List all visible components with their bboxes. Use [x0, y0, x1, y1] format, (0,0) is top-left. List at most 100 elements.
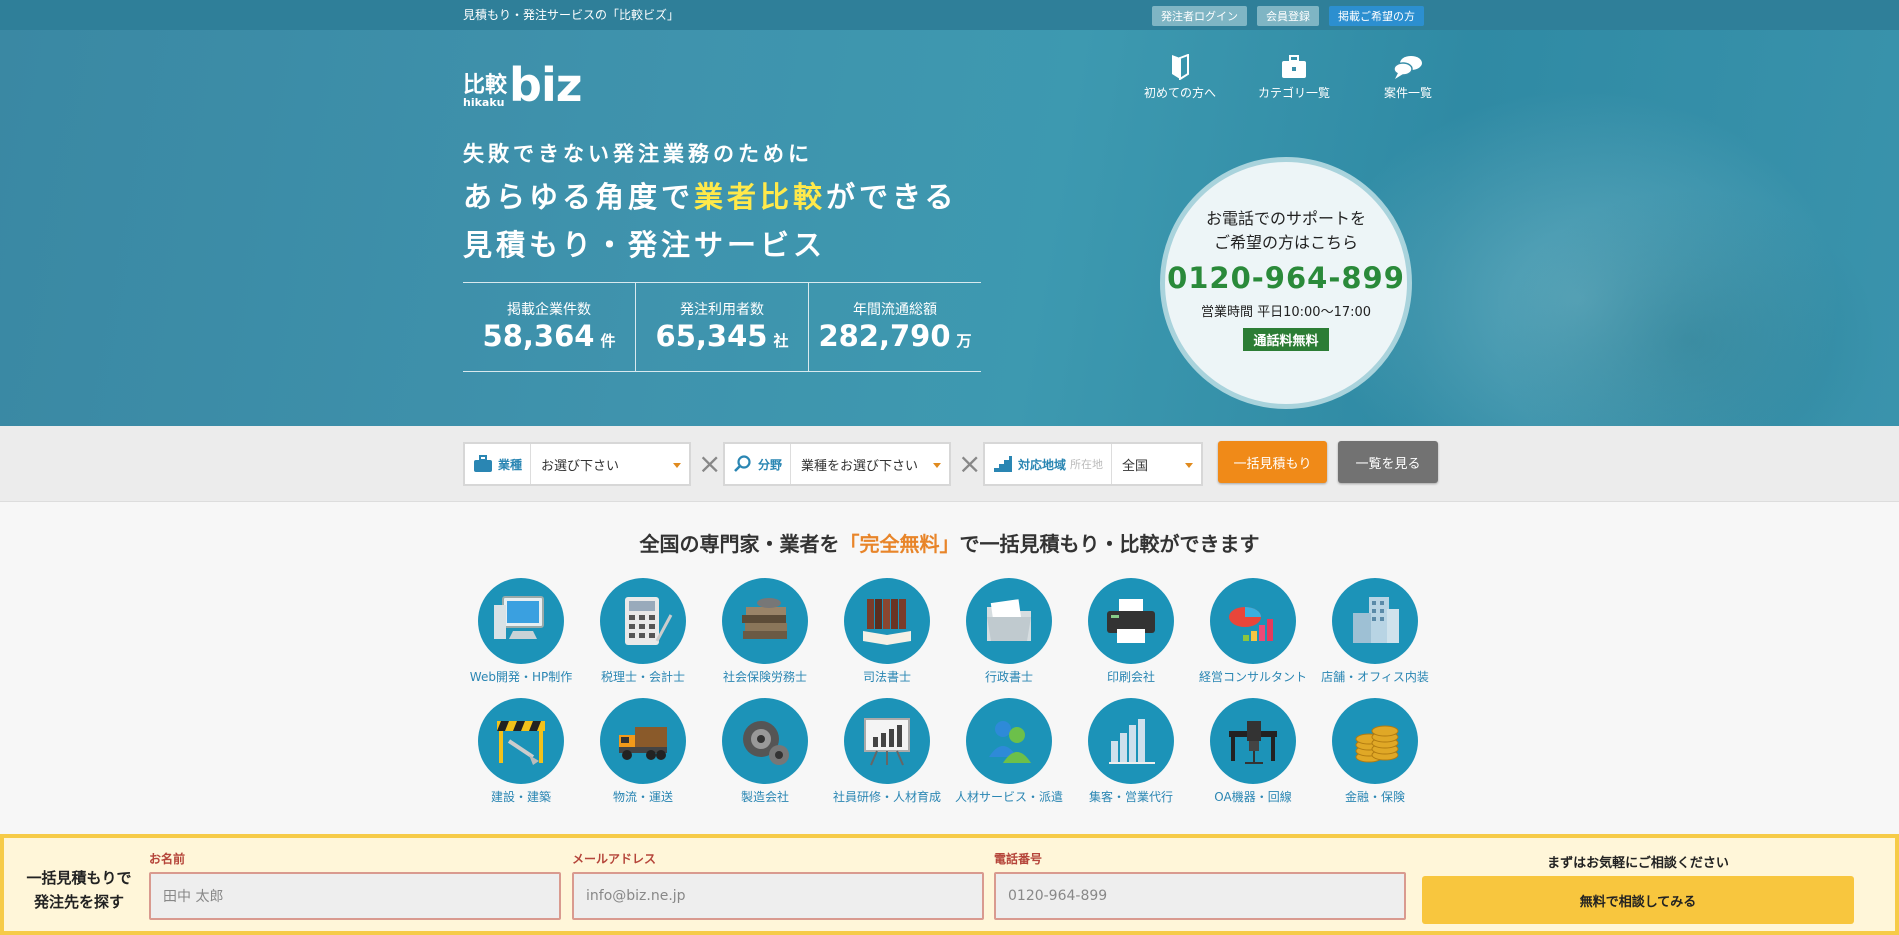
truck-icon: [619, 727, 667, 760]
category-judicial[interactable]: 司法書士: [826, 578, 948, 685]
industry-select[interactable]: 業種 お選び下さい: [463, 442, 691, 486]
category-icon-circle: [600, 698, 686, 784]
nav-label: カテゴリ一覧: [1257, 86, 1330, 100]
category-label: 行政書士: [984, 670, 1033, 684]
bulk-estimate-button[interactable]: 一括見積もり: [1218, 441, 1327, 483]
category-finance[interactable]: 金融・保険: [1314, 698, 1436, 805]
category-icon-circle: [1332, 578, 1418, 664]
toll-free-badge: 通話料無料: [1243, 328, 1329, 351]
phone-input[interactable]: 0120-964-899: [994, 872, 1406, 920]
stat-label: 発注利用者数: [680, 302, 764, 318]
category-admin[interactable]: 行政書士: [948, 578, 1070, 685]
region-caption-text: 対応地域: [1018, 457, 1067, 472]
site-logo[interactable]: 比較 hikaku biz: [463, 62, 582, 109]
category-icon-circle: [478, 578, 564, 664]
region-caption: 対応地域 所在地: [985, 444, 1113, 484]
stairs-icon: [994, 456, 1012, 472]
headline-line1: 失敗できない発注業務のために: [463, 142, 813, 166]
nav-label: 初めての方へ: [1143, 86, 1216, 100]
category-interior[interactable]: 店舗・オフィス内装: [1314, 578, 1436, 685]
email-input[interactable]: info@biz.ne.jp: [572, 872, 984, 920]
advertise-link[interactable]: 掲載ご希望の方: [1329, 6, 1424, 26]
category-icon-circle: [1332, 698, 1418, 784]
category-label: 製造会社: [740, 790, 789, 804]
logo-romaji: hikaku: [463, 96, 505, 109]
category-label: 店舗・オフィス内装: [1321, 670, 1429, 684]
category-icon-circle: [966, 698, 1052, 784]
presentation-board-icon: [864, 718, 910, 766]
region-sub: 所在地: [1070, 458, 1104, 471]
industry-caption-text: 業種: [498, 457, 523, 472]
gear-icon: [743, 721, 789, 765]
times-icon: ×: [958, 447, 982, 480]
view-list-button[interactable]: 一覧を見る: [1338, 441, 1438, 483]
chevron-down-icon: [933, 463, 941, 468]
headline-line2: あらゆる角度で業者比較ができる: [463, 174, 957, 216]
nav-label: 案件一覧: [1383, 86, 1432, 100]
categories-title-em: 「完全無料」: [839, 532, 960, 556]
category-icon-circle: [1088, 698, 1174, 784]
stat-companies: 掲載企業件数 58,364 件: [463, 283, 635, 371]
category-icon-circle: [966, 578, 1052, 664]
nav-beginner[interactable]: 初めての方へ: [1123, 54, 1237, 101]
category-label: 税理士・会計士: [600, 670, 685, 684]
headline-line3: 見積もり・発注サービス: [463, 228, 827, 262]
category-printing[interactable]: 印刷会社: [1070, 578, 1192, 685]
stat-value-wrap: 282,790 万: [809, 319, 981, 353]
category-icon-circle: [1210, 578, 1296, 664]
stat-value-wrap: 58,364 件: [463, 319, 635, 353]
quote-request-bar: 一括見積もりで 発注先を探す お名前 田中 太郎 メールアドレス info@bi…: [0, 834, 1899, 935]
category-staffing[interactable]: 人材サービス・派遣: [948, 698, 1070, 805]
category-manufacturing[interactable]: 製造会社: [704, 698, 826, 805]
name-field-group: お名前 田中 太郎: [149, 850, 561, 920]
category-construction[interactable]: 建設・建築: [460, 698, 582, 805]
folder-icon: [987, 599, 1031, 641]
calculator-icon: [625, 597, 673, 645]
building-icon: [1353, 597, 1399, 643]
phone-support-badge: お電話でのサポートを ご希望の方はこちら 0120-964-899 営業時間 平…: [1160, 157, 1412, 409]
category-training[interactable]: 社員研修・人材育成: [826, 698, 948, 805]
name-input[interactable]: 田中 太郎: [149, 872, 561, 920]
logo-jp: 比較: [463, 73, 508, 98]
bar-chart-icon: [1109, 719, 1155, 764]
category-label: 社会保険労務士: [722, 670, 807, 684]
category-label: 社員研修・人材育成: [832, 790, 941, 804]
stat-value: 58,364: [482, 319, 595, 353]
category-oa[interactable]: OA機器・回線: [1192, 698, 1314, 805]
category-labor[interactable]: 社会保険労務士: [704, 578, 826, 685]
office-desk-icon: [1229, 721, 1277, 764]
support-phone[interactable]: 0120-964-899: [1165, 261, 1407, 295]
region-select[interactable]: 対応地域 所在地 全国: [983, 442, 1203, 486]
printer-icon: [1107, 599, 1155, 643]
nav-projects[interactable]: 案件一覧: [1351, 54, 1465, 101]
field-select[interactable]: 分野 業種をお選び下さい: [723, 442, 951, 486]
category-label: OA機器・回線: [1214, 790, 1292, 804]
stat-unit: 社: [773, 332, 789, 350]
construction-icon: [497, 721, 545, 765]
category-label: 印刷会社: [1106, 670, 1155, 684]
stat-unit: 件: [600, 332, 616, 350]
industry-value: お選び下さい: [531, 444, 689, 484]
stat-value: 65,345: [655, 319, 768, 353]
category-tax[interactable]: 税理士・会計士: [582, 578, 704, 685]
category-consulting[interactable]: 経営コンサルタント: [1192, 578, 1314, 685]
stat-value: 282,790: [818, 319, 951, 353]
top-bar: 見積もり・発注サービスの「比較ビズ」 発注者ログイン 会員登録 掲載ご希望の方: [0, 0, 1899, 30]
quote-bar-lead-line2: 発注先を探す: [33, 893, 124, 911]
register-link[interactable]: 会員登録: [1257, 6, 1319, 26]
law-books-icon: [863, 599, 911, 645]
support-line2: ご希望の方はこちら: [1213, 233, 1358, 252]
coins-icon: [1355, 725, 1399, 763]
category-label: Web開発・HP制作: [469, 670, 573, 684]
industry-selected: お選び下さい: [541, 458, 620, 474]
nav-categories[interactable]: カテゴリ一覧: [1237, 54, 1351, 101]
category-icon-circle: [1088, 578, 1174, 664]
client-login-link[interactable]: 発注者ログイン: [1152, 6, 1247, 26]
quote-bar-lead: 一括見積もりで 発注先を探す: [14, 866, 144, 914]
free-consult-button[interactable]: 無料で相談してみる: [1422, 876, 1854, 924]
field-caption-text: 分野: [758, 457, 783, 472]
category-web[interactable]: Web開発・HP制作: [460, 578, 582, 685]
categories-title: 全国の専門家・業者を「完全無料」で一括見積もり・比較ができます: [0, 528, 1899, 557]
category-sales[interactable]: 集客・営業代行: [1070, 698, 1192, 805]
category-logistics[interactable]: 物流・運送: [582, 698, 704, 805]
